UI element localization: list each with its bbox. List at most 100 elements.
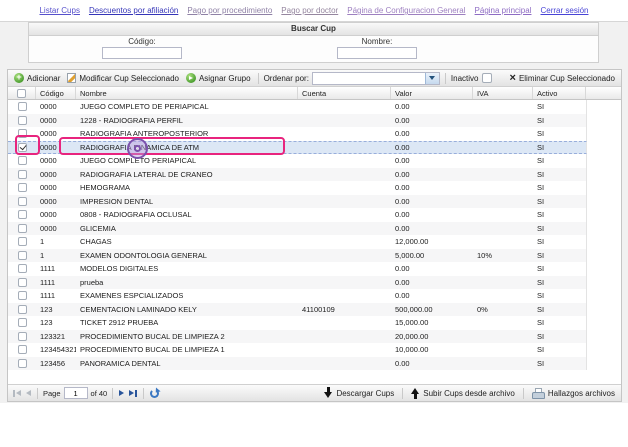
row-checkbox[interactable] — [18, 143, 27, 152]
order-by-select[interactable] — [312, 72, 440, 85]
download-cups-button[interactable]: Descargar Cups — [322, 386, 396, 401]
header-cell-iva[interactable]: IVA — [473, 87, 533, 99]
header-cell-valor[interactable]: Valor — [391, 87, 473, 99]
table-row[interactable]: 0000 JUEGO COMPLETO DE PERIAPICAL 0.00 S… — [8, 100, 587, 114]
select-all-checkbox[interactable] — [17, 89, 26, 98]
next-page-button[interactable] — [118, 390, 125, 396]
nav-link-5[interactable]: Página principal — [475, 6, 532, 15]
modify-button[interactable]: Modificar Cup Seleccionado — [65, 71, 181, 86]
row-checkbox[interactable] — [18, 156, 27, 165]
row-checkbox[interactable] — [18, 318, 27, 327]
codigo-input[interactable] — [102, 47, 182, 59]
table-row[interactable]: 0000 IMPRESION DENTAL 0.00 SI — [8, 195, 587, 209]
row-select-cell — [8, 181, 36, 195]
add-button[interactable]: Adicionar — [12, 71, 62, 86]
header-cell-cuenta[interactable]: Cuenta — [298, 87, 391, 99]
table-row[interactable]: 123456 PANORAMICA DENTAL 0.00 SI — [8, 357, 587, 371]
toolbar-separator — [258, 73, 259, 84]
refresh-button[interactable] — [149, 389, 160, 398]
header-cell-activo[interactable]: Activo — [533, 87, 586, 99]
cell-nombre: GLICEMIA — [76, 222, 298, 236]
prev-page-button[interactable] — [25, 390, 32, 396]
table-row[interactable]: 1 EXAMEN ODONTOLOGIA GENERAL 5,000.00 10… — [8, 249, 587, 263]
header-cell-codigo[interactable]: Código — [36, 87, 76, 99]
table-row[interactable]: 0000 GLICEMIA 0.00 SI — [8, 222, 587, 236]
row-checkbox[interactable] — [18, 305, 27, 314]
cell-activo: SI — [533, 195, 586, 209]
cell-activo: SI — [533, 289, 586, 303]
header-cell-nombre[interactable]: Nombre — [76, 87, 298, 99]
upload-cups-label: Subir Cups desde archivo — [423, 386, 515, 401]
row-checkbox[interactable] — [18, 345, 27, 354]
first-page-button[interactable] — [12, 390, 22, 397]
cell-activo: SI — [533, 330, 586, 344]
row-checkbox[interactable] — [18, 197, 27, 206]
row-checkbox[interactable] — [18, 183, 27, 192]
table-row[interactable]: 0000 JUEGO COMPLETO PERIAPICAL 0.00 SI — [8, 154, 587, 168]
cell-nombre: TICKET 2912 PRUEBA — [76, 316, 298, 330]
cell-valor: 0.00 — [391, 142, 473, 154]
page-number-input[interactable] — [64, 387, 88, 399]
nav-link-0[interactable]: Listar Cups — [39, 6, 79, 15]
table-row[interactable]: 123 CEMENTACION LAMINADO KELY 41100109 5… — [8, 303, 587, 317]
row-select-cell — [8, 142, 36, 154]
table-row[interactable]: 0000 HEMOGRAMA 0.00 SI — [8, 181, 587, 195]
table-row[interactable]: 0000 RADIOGRAFIA LATERAL DE CRANEO 0.00 … — [8, 168, 587, 182]
delete-button[interactable]: × Eliminar Cup Seleccionado — [508, 71, 618, 86]
cell-codigo: 0000 — [36, 168, 76, 182]
row-checkbox[interactable] — [18, 237, 27, 246]
row-checkbox[interactable] — [18, 332, 27, 341]
inactive-checkbox[interactable] — [482, 73, 492, 83]
cell-valor: 0.00 — [391, 154, 473, 168]
nav-link-4[interactable]: Página de Configuracion General — [347, 6, 465, 15]
table-row[interactable]: 123321 PROCEDIMIENTO BUCAL DE LIMPIEZA 2… — [8, 330, 587, 344]
cell-activo: SI — [533, 208, 586, 222]
row-checkbox[interactable] — [18, 210, 27, 219]
cell-codigo: 0000 — [36, 142, 76, 154]
nav-link-1[interactable]: Descuentos por afiliación — [89, 6, 178, 15]
table-row[interactable]: 0000 RADIOGRAFIA ANTEROPOSTERIOR 0.00 SI — [8, 127, 587, 141]
cell-cuenta — [298, 357, 391, 371]
cell-codigo: 0000 — [36, 127, 76, 141]
row-checkbox[interactable] — [18, 102, 27, 111]
assign-group-button[interactable]: Asignar Grupo — [184, 71, 253, 86]
cell-iva — [473, 330, 533, 344]
cell-valor: 0.00 — [391, 181, 473, 195]
table-row[interactable]: 0000 0808 - RADIOGRAFIA OCLUSAL 0.00 SI — [8, 208, 587, 222]
table-row[interactable]: 1 CHAGAS 12,000.00 SI — [8, 235, 587, 249]
findings-files-button[interactable]: Hallazgos archivos — [530, 386, 617, 401]
table-row[interactable]: 123454321 PROCEDIMIENTO BUCAL DE LIMPIEZ… — [8, 343, 587, 357]
nav-link-2[interactable]: Pago por procedimiento — [187, 6, 272, 15]
cell-iva — [473, 181, 533, 195]
row-checkbox[interactable] — [18, 264, 27, 273]
row-checkbox[interactable] — [18, 129, 27, 138]
last-page-button[interactable] — [128, 390, 138, 397]
row-checkbox[interactable] — [18, 359, 27, 368]
table-row[interactable]: 123 TICKET 2912 PRUEBA 15,000.00 SI — [8, 316, 587, 330]
row-select-cell — [8, 330, 36, 344]
table-row[interactable]: 1111 MODELOS DIGITALES 0.00 SI — [8, 262, 587, 276]
nav-link-3[interactable]: Pago por doctor — [281, 6, 338, 15]
cell-activo: SI — [533, 316, 586, 330]
page-of-label: of 40 — [91, 389, 108, 398]
table-row[interactable]: 0000 RADIOGRAFIA DINAMICA DE ATM 0.00 SI — [8, 141, 587, 155]
cell-nombre: EXAMEN ODONTOLOGIA GENERAL — [76, 249, 298, 263]
row-checkbox[interactable] — [18, 291, 27, 300]
row-checkbox[interactable] — [18, 251, 27, 260]
table-row[interactable]: 1111 prueba 0.00 SI — [8, 276, 587, 290]
row-checkbox[interactable] — [18, 170, 27, 179]
cell-iva — [473, 222, 533, 236]
upload-cups-button[interactable]: Subir Cups desde archivo — [409, 386, 517, 401]
row-checkbox[interactable] — [18, 116, 27, 125]
nombre-input[interactable] — [337, 47, 417, 59]
row-checkbox[interactable] — [18, 278, 27, 287]
table-row[interactable]: 0000 1228 - RADIOGRAFIA PERFIL 0.00 SI — [8, 114, 587, 128]
cell-codigo: 0000 — [36, 195, 76, 209]
chevron-down-icon[interactable] — [425, 73, 439, 84]
table-row[interactable]: 1111 EXAMENES ESPCIALIZADOS 0.00 SI — [8, 289, 587, 303]
nav-link-6[interactable]: Cerrar sesión — [540, 6, 588, 15]
row-checkbox[interactable] — [18, 224, 27, 233]
cell-iva — [473, 235, 533, 249]
cell-cuenta — [298, 222, 391, 236]
cell-valor: 0.00 — [391, 168, 473, 182]
